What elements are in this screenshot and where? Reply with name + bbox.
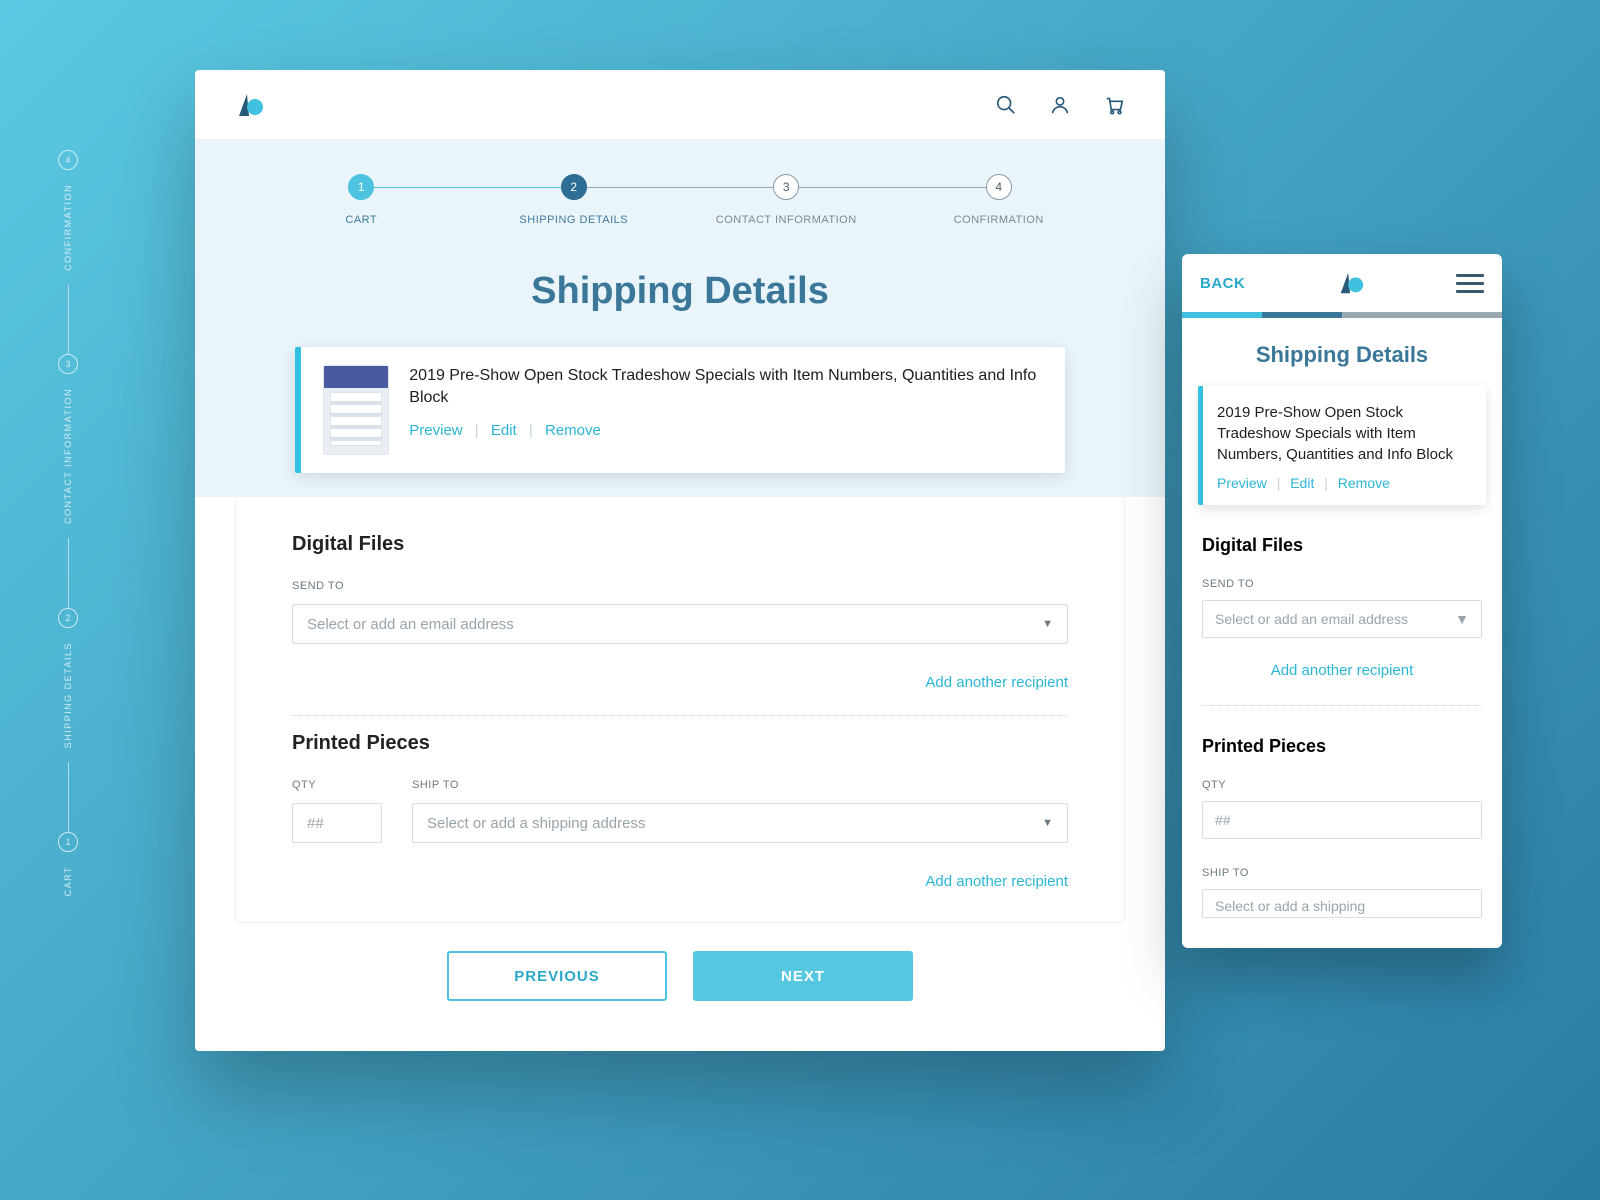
chevron-down-icon: ▼	[1042, 817, 1053, 829]
side-step-4: 4	[58, 150, 78, 170]
add-email-recipient-link[interactable]: Add another recipient	[292, 674, 1068, 691]
app-header	[195, 70, 1165, 140]
qty-input[interactable]: ##	[292, 803, 382, 843]
back-button[interactable]: BACK	[1200, 275, 1245, 292]
logo-icon	[1337, 269, 1365, 297]
previous-button[interactable]: PREVIOUS	[447, 951, 667, 1001]
search-icon[interactable]	[995, 94, 1017, 116]
chevron-down-icon: ▼	[1455, 611, 1469, 627]
logo-icon	[235, 90, 265, 120]
mobile-digital-heading: Digital Files	[1202, 535, 1482, 556]
mobile-item-title: 2019 Pre-Show Open Stock Tradeshow Speci…	[1217, 402, 1472, 465]
remove-link[interactable]: Remove	[545, 422, 601, 439]
item-title: 2019 Pre-Show Open Stock Tradeshow Speci…	[409, 365, 1043, 410]
send-to-label: SEND TO	[292, 580, 1068, 592]
qty-label: QTY	[292, 779, 382, 791]
mobile-printed-heading: Printed Pieces	[1202, 736, 1482, 757]
side-step-3: 3	[58, 354, 78, 374]
stepper-area: 1 CART 2 SHIPPING DETAILS 3 CONTACT INFO…	[195, 140, 1165, 497]
mobile-divider	[1202, 705, 1482, 706]
chevron-down-icon: ▼	[1042, 618, 1053, 630]
section-divider	[292, 715, 1068, 716]
next-button[interactable]: NEXT	[693, 951, 913, 1001]
side-step-3-label: CONTACT INFORMATION	[63, 388, 73, 524]
mobile-page-title: Shipping Details	[1182, 342, 1502, 368]
mobile-edit-link[interactable]: Edit	[1290, 475, 1314, 491]
mobile-logo[interactable]	[1337, 269, 1365, 297]
mobile-ship-to-label: SHIP TO	[1202, 867, 1482, 879]
edit-link[interactable]: Edit	[491, 422, 517, 439]
step-confirmation[interactable]: 4 CONFIRMATION	[893, 174, 1106, 226]
side-step-4-label: CONFIRMATION	[63, 184, 73, 271]
mobile-send-to-label: SEND TO	[1202, 578, 1482, 590]
account-icon[interactable]	[1049, 94, 1071, 116]
side-step-1-label: CART	[63, 866, 73, 896]
shipping-form: Digital Files SEND TO Select or add an e…	[235, 497, 1125, 923]
page-title: Shipping Details	[255, 270, 1105, 313]
mobile-ship-to-select[interactable]: Select or add a shipping	[1202, 889, 1482, 918]
cart-icon[interactable]	[1103, 94, 1125, 116]
side-stepper: 4 CONFIRMATION 3 CONTACT INFORMATION 2 S…	[58, 150, 78, 910]
side-step-2-label: SHIPPING DETAILS	[63, 642, 73, 748]
side-step-1: 1	[58, 832, 78, 852]
mobile-email-select[interactable]: Select or add an email address ▼	[1202, 600, 1482, 638]
desktop-viewport: 1 CART 2 SHIPPING DETAILS 3 CONTACT INFO…	[195, 70, 1165, 1051]
mobile-item-card: 2019 Pre-Show Open Stock Tradeshow Speci…	[1198, 386, 1486, 505]
side-step-2: 2	[58, 608, 78, 628]
mobile-qty-input[interactable]: ##	[1202, 801, 1482, 839]
digital-files-heading: Digital Files	[292, 533, 1068, 556]
step-contact-information[interactable]: 3 CONTACT INFORMATION	[680, 174, 893, 226]
step-shipping-details[interactable]: 2 SHIPPING DETAILS	[468, 174, 681, 226]
ship-to-select[interactable]: Select or add a shipping address ▼	[412, 803, 1068, 843]
preview-link[interactable]: Preview	[409, 422, 462, 439]
checkout-stepper: 1 CART 2 SHIPPING DETAILS 3 CONTACT INFO…	[255, 174, 1105, 226]
mobile-add-email-link[interactable]: Add another recipient	[1202, 662, 1482, 679]
ship-to-label: SHIP TO	[412, 779, 1068, 791]
mobile-qty-label: QTY	[1202, 779, 1482, 791]
menu-icon[interactable]	[1456, 274, 1484, 293]
mobile-progress-bar	[1182, 312, 1502, 318]
logo[interactable]	[235, 90, 265, 120]
add-shipping-recipient-link[interactable]: Add another recipient	[292, 873, 1068, 890]
step-cart[interactable]: 1 CART	[255, 174, 468, 226]
mobile-preview-link[interactable]: Preview	[1217, 475, 1267, 491]
email-recipient-select[interactable]: Select or add an email address ▼	[292, 604, 1068, 644]
printed-pieces-heading: Printed Pieces	[292, 732, 1068, 755]
mobile-viewport: BACK Shipping Details 2019 Pre-Show Open…	[1182, 254, 1502, 948]
mobile-remove-link[interactable]: Remove	[1338, 475, 1390, 491]
item-thumbnail	[323, 365, 389, 455]
mobile-header: BACK	[1182, 254, 1502, 312]
item-card: 2019 Pre-Show Open Stock Tradeshow Speci…	[295, 347, 1065, 473]
